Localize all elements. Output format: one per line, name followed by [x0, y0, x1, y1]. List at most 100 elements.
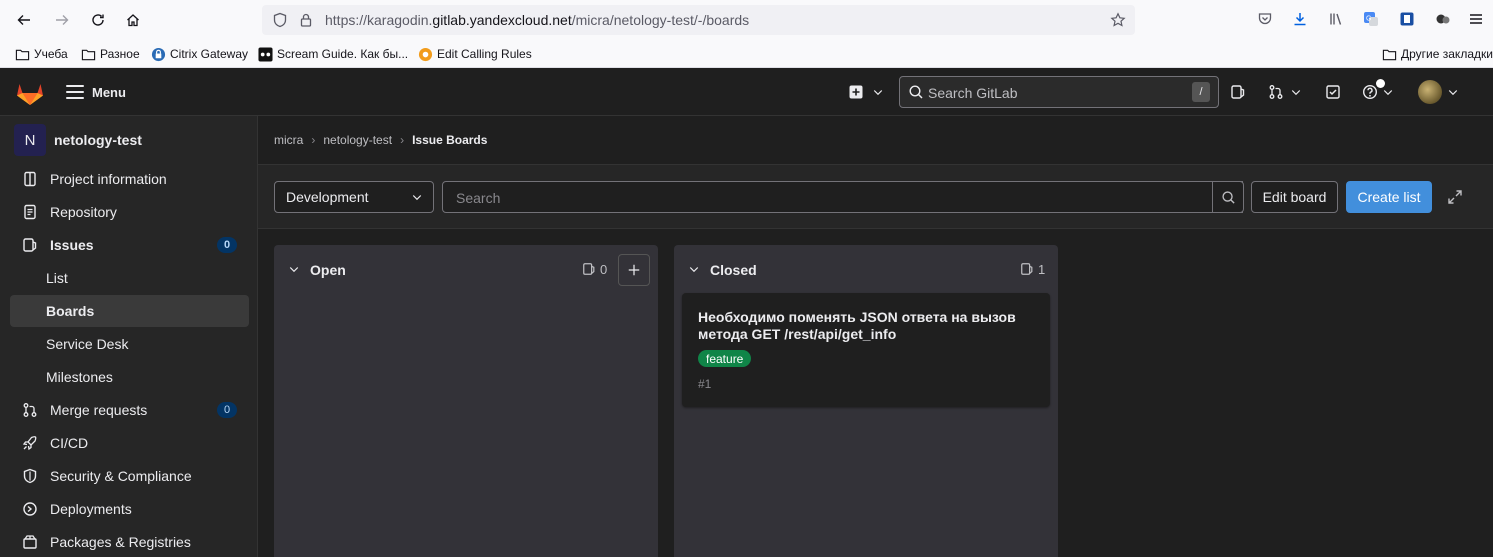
lock-icon[interactable] — [298, 12, 314, 28]
back-arrow-icon[interactable] — [12, 8, 36, 32]
sidebar-item-issues[interactable]: Issues 0 — [10, 229, 249, 261]
doc-icon — [22, 204, 38, 220]
globe-icon — [417, 46, 433, 62]
merge-requests-dropdown[interactable] — [1268, 82, 1302, 102]
bookmark-folder-study[interactable]: Учеба — [14, 45, 68, 63]
bookmark-folder-misc[interactable]: Разное — [80, 45, 140, 63]
sidebar-item-packages-registries[interactable]: Packages & Registries — [10, 526, 249, 557]
bookmark-label: Разное — [100, 47, 140, 61]
pocket-icon[interactable] — [1255, 9, 1275, 29]
sidebar-item-boards[interactable]: Boards — [10, 295, 249, 327]
board-selector-dropdown[interactable]: Development — [274, 181, 434, 213]
bookmark-other[interactable]: Другие закладки — [1381, 45, 1493, 63]
profile-extension-icon[interactable] — [1433, 9, 1453, 29]
extension-icon[interactable] — [1397, 9, 1417, 29]
reload-icon[interactable] — [86, 8, 110, 32]
bookmark-star-icon[interactable] — [1110, 12, 1126, 28]
download-icon[interactable] — [1290, 9, 1310, 29]
chevron-right-icon: › — [400, 133, 405, 147]
project-avatar: N — [14, 124, 46, 156]
home-icon[interactable] — [121, 8, 145, 32]
chevron-down-icon[interactable] — [288, 263, 300, 275]
app-menu-icon[interactable] — [1466, 9, 1486, 29]
search-icon — [908, 84, 924, 100]
expand-icon[interactable] — [1447, 189, 1463, 205]
project-name: netology-test — [54, 132, 142, 148]
breadcrumb-group-link[interactable]: micra — [274, 133, 303, 147]
project-sidebar: N netology-test Project information Repo… — [0, 116, 258, 557]
sidebar-item-label: CI/CD — [50, 435, 89, 451]
sidebar-item-label: Security & Compliance — [50, 468, 192, 484]
board-list-title: Open — [310, 262, 346, 278]
create-list-button[interactable]: Create list — [1346, 181, 1432, 213]
board-search-input[interactable]: Search — [442, 181, 1243, 213]
issue-count: 1 — [1020, 261, 1045, 277]
issues-shortcut-icon[interactable] — [1230, 82, 1246, 102]
lock-icon — [150, 46, 166, 62]
forward-arrow-icon[interactable] — [50, 8, 74, 32]
library-icon[interactable] — [1326, 9, 1346, 29]
url-bar[interactable]: https://karagodin.gitlab.yandexcloud.net… — [262, 5, 1135, 35]
chevron-down-icon[interactable] — [688, 263, 700, 275]
board-list-header: Open 0 — [274, 245, 658, 295]
gitlab-search-input[interactable]: Search GitLab / — [899, 76, 1219, 108]
sidebar-item-repository[interactable]: Repository — [10, 196, 249, 228]
breadcrumb: micra › netology-test › Issue Boards — [274, 133, 487, 147]
issue-label-badge[interactable]: feature — [698, 350, 752, 367]
sidebar-item-ci-cd[interactable]: CI/CD — [10, 427, 249, 459]
new-item-dropdown[interactable] — [848, 82, 884, 102]
project-header[interactable]: N netology-test — [14, 124, 142, 156]
notification-dot — [1376, 79, 1385, 88]
user-menu-chevron-icon[interactable] — [1447, 82, 1459, 102]
board-list-closed: Closed 1 Необходимо поменять JSON ответа… — [674, 245, 1058, 557]
bookmark-label: Edit Calling Rules — [437, 47, 532, 61]
sidebar-item-label: Boards — [46, 303, 95, 319]
sidebar-item-label: Service Desk — [46, 336, 129, 352]
tracking-shield-icon[interactable] — [272, 12, 288, 28]
board-list-open: Open 0 — [274, 245, 658, 557]
url-prefix: https://karagodin. — [325, 12, 433, 28]
sidebar-item-label: Merge requests — [50, 402, 148, 418]
sidebar-item-service-desk[interactable]: Service Desk — [10, 328, 249, 360]
issue-count-value: 1 — [1038, 261, 1046, 277]
browser-toolbar: https://karagodin.gitlab.yandexcloud.net… — [0, 0, 1493, 40]
new-issue-button[interactable] — [618, 254, 650, 286]
board-search-button[interactable] — [1212, 181, 1244, 213]
search-shortcut-badge: / — [1192, 82, 1210, 102]
edit-board-button[interactable]: Edit board — [1251, 181, 1338, 213]
folder-icon — [1381, 46, 1397, 62]
menu-label: Menu — [92, 84, 126, 100]
board-toolbar: Development Search Edit board Create lis… — [258, 164, 1493, 229]
bookmark-edit-calling-rules[interactable]: Edit Calling Rules — [417, 45, 532, 63]
translate-extension-icon[interactable]: G — [1361, 9, 1381, 29]
url-host: gitlab.yandexcloud.net — [432, 12, 572, 28]
sidebar-item-label: Packages & Registries — [50, 534, 191, 550]
chevron-down-icon — [873, 90, 883, 96]
sidebar-item-deployments[interactable]: Deployments — [10, 493, 249, 525]
question-circle-icon — [1362, 84, 1378, 100]
menu-button[interactable]: Menu — [66, 82, 126, 102]
sidebar-item-security-compliance[interactable]: Security & Compliance — [10, 460, 249, 492]
sidebar-item-project-information[interactable]: Project information — [10, 163, 249, 195]
chevron-down-icon — [412, 195, 422, 201]
breadcrumb-project-link[interactable]: netology-test — [323, 133, 392, 147]
sidebar-item-milestones[interactable]: Milestones — [10, 361, 249, 393]
gitlab-logo-icon[interactable] — [16, 80, 44, 106]
issue-card-title[interactable]: Необходимо поменять JSON ответа на вызов… — [698, 309, 1028, 343]
bookmark-scream-guide[interactable]: Scream Guide. Как бы... — [257, 45, 408, 63]
sidebar-item-merge-requests[interactable]: Merge requests 0 — [10, 394, 249, 426]
user-avatar[interactable] — [1418, 80, 1442, 104]
sidebar-item-issues-list[interactable]: List — [10, 262, 249, 294]
package-icon — [22, 534, 38, 550]
url-text[interactable]: https://karagodin.gitlab.yandexcloud.net… — [325, 12, 749, 28]
issues-icon — [1021, 263, 1033, 275]
issue-count-value: 0 — [600, 261, 608, 277]
board-list-header: Closed 1 — [674, 245, 1058, 295]
merge-request-icon — [22, 402, 38, 418]
breadcrumb-current[interactable]: Issue Boards — [412, 133, 487, 147]
issue-card[interactable]: Необходимо поменять JSON ответа на вызов… — [682, 293, 1050, 407]
board-search-placeholder: Search — [456, 190, 501, 206]
todos-icon[interactable] — [1325, 82, 1341, 102]
svg-text:G: G — [1366, 16, 1371, 23]
bookmark-citrix[interactable]: Citrix Gateway — [150, 45, 248, 63]
